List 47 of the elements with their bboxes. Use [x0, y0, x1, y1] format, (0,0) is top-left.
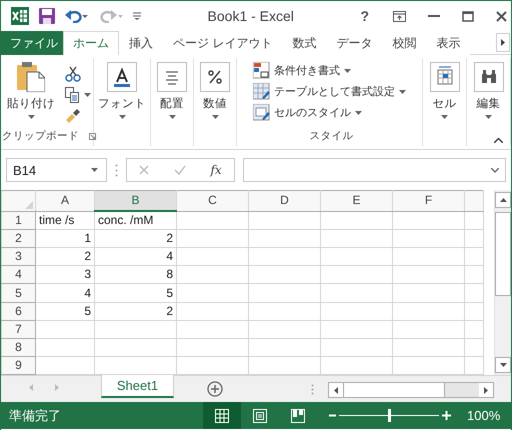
column-header[interactable]: D: [248, 190, 320, 212]
font-button[interactable]: フォント: [94, 62, 150, 119]
table-cell[interactable]: 2: [94, 302, 176, 320]
editing-button[interactable]: 編集: [470, 62, 508, 119]
paste-button[interactable]: 貼り付け: [3, 62, 59, 124]
help-button[interactable]: ?: [360, 8, 369, 24]
column-header[interactable]: B: [94, 190, 176, 212]
column-header[interactable]: F: [392, 190, 464, 212]
row-header[interactable]: 7: [2, 320, 36, 338]
table-cell[interactable]: 4: [94, 248, 176, 266]
zoom-level[interactable]: 100%: [467, 408, 500, 423]
table-cell[interactable]: time /s: [36, 211, 94, 230]
row-header[interactable]: 8: [2, 338, 36, 356]
table-cell[interactable]: 1: [36, 230, 94, 248]
cells-button[interactable]: セル: [426, 62, 464, 119]
table-cell[interactable]: conc. /mM: [94, 211, 176, 230]
row-header[interactable]: 3: [2, 248, 36, 266]
table-cell[interactable]: 5: [94, 284, 176, 302]
row-header[interactable]: 5: [2, 284, 36, 302]
table-cell[interactable]: 8: [94, 266, 176, 284]
insert-function-button[interactable]: fx: [210, 163, 222, 177]
format-as-table-button[interactable]: テーブルとして書式設定: [253, 83, 406, 100]
column-header[interactable]: C: [176, 190, 248, 212]
group-label: スタイル: [310, 129, 354, 143]
table-cell[interactable]: 4: [36, 284, 94, 302]
conditional-format-button[interactable]: 条件付き書式: [253, 62, 351, 79]
row-header[interactable]: 2: [2, 230, 36, 248]
row-header[interactable]: 6: [2, 302, 36, 320]
column-header[interactable]: E: [320, 190, 392, 212]
table-cell[interactable]: 5: [36, 302, 94, 320]
window-title: Book1 - Excel: [206, 8, 295, 24]
table-cell[interactable]: 3: [36, 266, 94, 284]
ribbon-tab[interactable]: ホーム: [63, 31, 119, 55]
group-label: クリップボード: [2, 129, 79, 143]
row-header[interactable]: 1: [2, 211, 36, 230]
alignment-button[interactable]: 配置: [153, 62, 191, 119]
status-text: 準備完了: [8, 406, 62, 424]
row-header[interactable]: 4: [2, 266, 36, 284]
file-tab[interactable]: ファイル: [1, 31, 63, 55]
number-button[interactable]: 数値: [196, 62, 234, 119]
table-cell[interactable]: 2: [94, 230, 176, 248]
name-box[interactable]: B14: [6, 158, 107, 182]
row-header[interactable]: 9: [2, 356, 36, 374]
sheet-tab[interactable]: Sheet1: [101, 375, 174, 398]
column-header[interactable]: A: [36, 190, 94, 212]
cell-styles-button[interactable]: セルのスタイル: [253, 104, 362, 121]
table-cell[interactable]: 2: [36, 248, 94, 266]
